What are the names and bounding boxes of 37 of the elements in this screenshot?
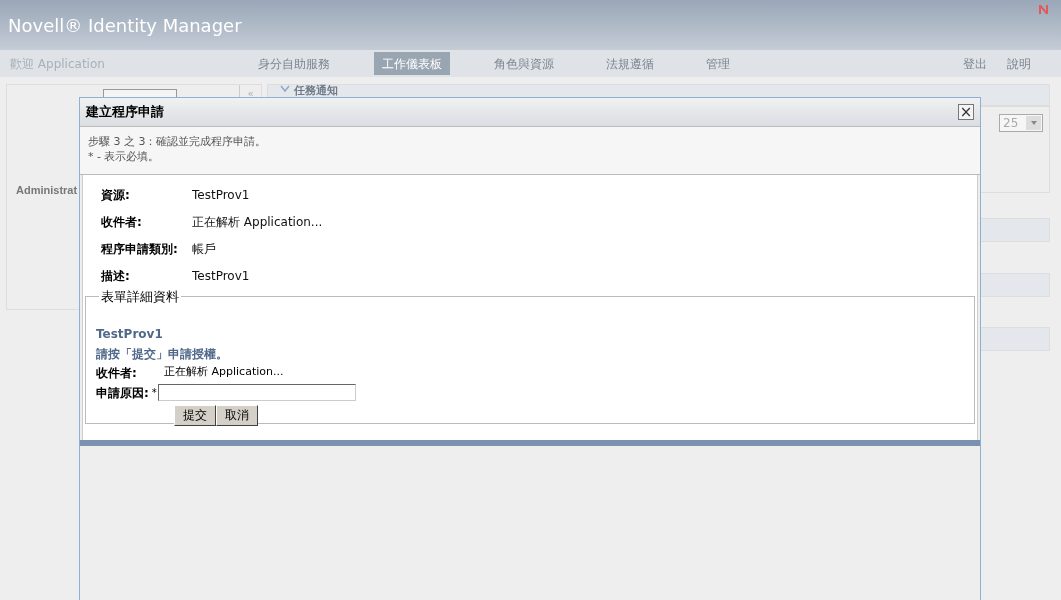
instruction-text: 請按「提交」申請授權。 xyxy=(96,345,229,363)
field-value: 正在解析 Application... xyxy=(192,214,324,231)
section-title: 任務通知 xyxy=(294,85,338,97)
required-note: * - 表示必填。 xyxy=(88,149,161,164)
nav-tab[interactable]: 身分自助服務 xyxy=(250,52,338,75)
field-label: 收件者: xyxy=(96,364,138,382)
nav-tab[interactable]: 管理 xyxy=(698,52,738,75)
logo-icon xyxy=(1038,4,1049,15)
group-legend: 表單詳細資料 xyxy=(99,287,181,307)
nav-tab[interactable]: 法規遵循 xyxy=(598,52,662,75)
field-label: 程序申請類別: xyxy=(101,241,179,258)
app-title: Novell® Identity Manager xyxy=(8,13,242,38)
nav-tab[interactable]: 工作儀表板 xyxy=(374,52,450,75)
field-label: 描述: xyxy=(101,268,131,285)
nav-tab[interactable]: 角色與資源 xyxy=(486,52,562,75)
chevron-icon[interactable] xyxy=(280,85,290,93)
required-mark: * xyxy=(151,386,157,400)
dropdown-icon[interactable] xyxy=(1026,116,1041,130)
dialog-title: 建立程序申請 xyxy=(86,103,164,122)
nav-link[interactable]: 說明 xyxy=(1007,54,1031,73)
field-label: 資源: xyxy=(101,187,131,204)
reason-field[interactable] xyxy=(157,384,356,401)
close-button[interactable]: × xyxy=(958,104,974,120)
form-name: TestProv1 xyxy=(96,325,164,343)
field-value: TestProv1 xyxy=(192,268,251,285)
nav-link[interactable]: 登出 xyxy=(963,54,987,73)
field-value: TestProv1 xyxy=(192,187,251,204)
form-button[interactable]: 提交 xyxy=(174,404,216,426)
user-name: Administrat xyxy=(16,183,78,198)
form-button[interactable]: 取消 xyxy=(216,404,258,426)
field-label: 收件者: xyxy=(101,214,143,231)
step-text: 步驟 3 之 3：確認並完成程序申請。 xyxy=(88,134,268,149)
field-label: 申請原因: xyxy=(96,384,149,402)
field-value: 帳戶 xyxy=(192,241,217,258)
page-size-select[interactable]: 25 xyxy=(999,114,1043,132)
field-value: 正在解析 Application... xyxy=(164,364,284,381)
select-value: 25 xyxy=(1003,115,1019,132)
